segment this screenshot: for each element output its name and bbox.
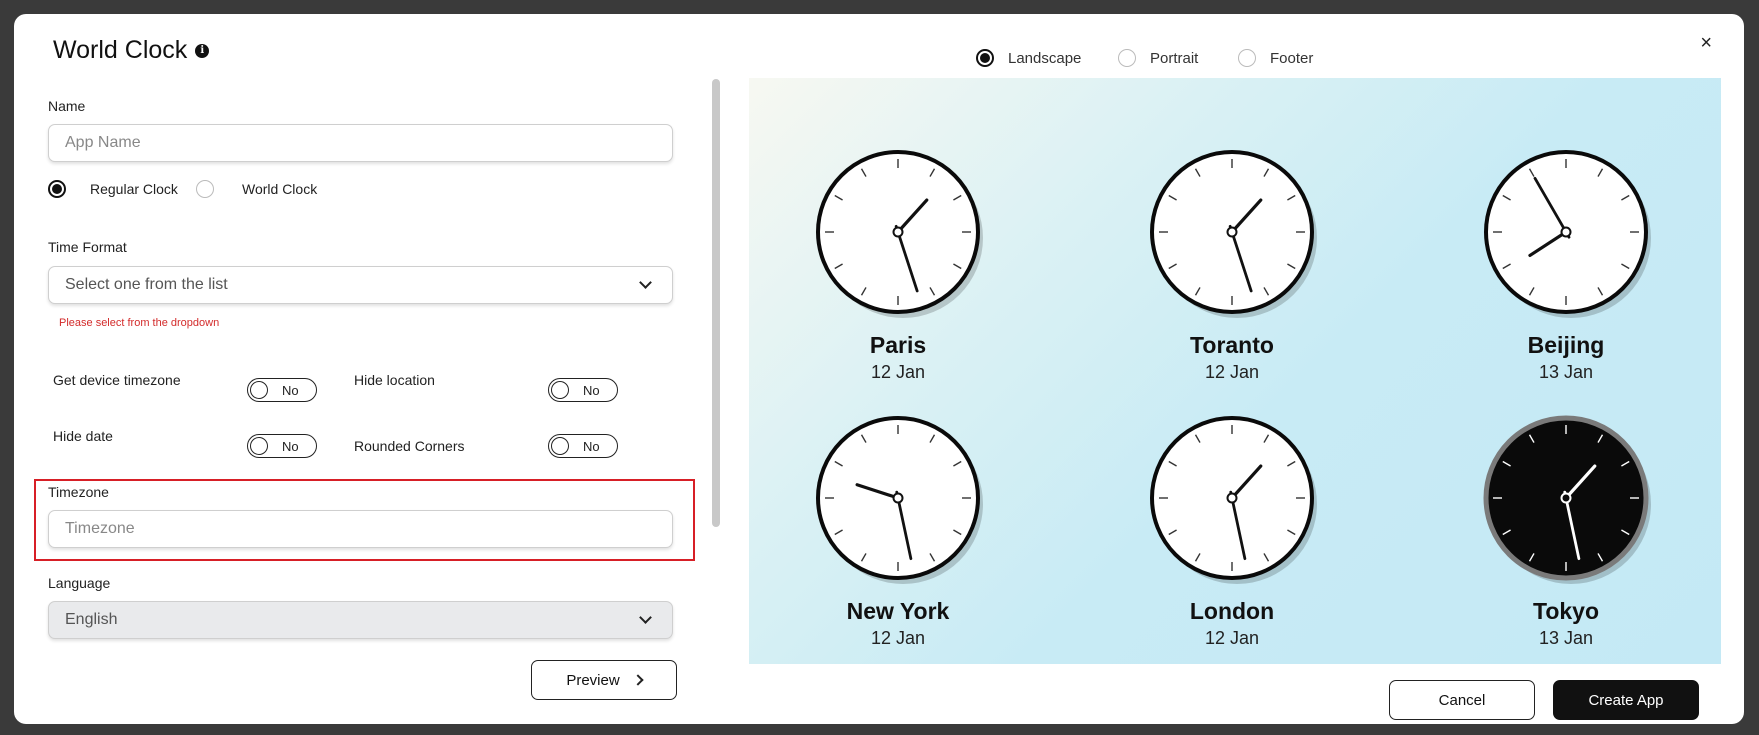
clock-type-regular[interactable]: Regular Clock: [48, 180, 178, 198]
clock-face-london: [1150, 416, 1317, 584]
name-placeholder: App Name: [65, 134, 141, 151]
device-timezone-label: Get device timezone: [53, 372, 181, 388]
world-clock-label: World Clock: [242, 181, 318, 197]
timezone-placeholder: Timezone: [65, 520, 135, 537]
hide-date-toggle[interactable]: No: [247, 434, 317, 458]
time-format-select[interactable]: Select one from the list: [48, 266, 673, 304]
preview-button-label: Preview: [566, 671, 620, 689]
clock-hub: [1226, 492, 1238, 504]
time-format-label: Time Format: [48, 239, 127, 255]
device-timezone-toggle[interactable]: No: [247, 378, 317, 402]
timezone-input[interactable]: Timezone: [48, 510, 673, 548]
clock-hub: [1560, 226, 1572, 238]
clock-face-tokyo: [1483, 415, 1651, 584]
clock-city-label: New York: [846, 598, 950, 624]
cancel-button-label: Cancel: [1438, 691, 1486, 709]
form-scrollbar[interactable]: [712, 79, 720, 527]
hide-date-value: No: [282, 438, 299, 454]
clock-date-label: 13 Jan: [1538, 362, 1594, 382]
toggle-knob: [551, 381, 569, 399]
clock-city-label: London: [1189, 598, 1275, 624]
name-input[interactable]: App Name: [48, 124, 673, 162]
radio-regular-clock[interactable]: [48, 180, 66, 198]
device-timezone-value: No: [282, 382, 299, 398]
rounded-corners-label: Rounded Corners: [354, 438, 465, 454]
orientation-footer-label: Footer: [1270, 49, 1314, 67]
language-label: Language: [48, 575, 111, 591]
clock-hub: [892, 492, 904, 504]
chevron-down-icon: [639, 276, 652, 289]
clock-hub: [1560, 492, 1572, 504]
rounded-corners-value: No: [583, 438, 600, 454]
clock-face-toranto: [1150, 150, 1317, 318]
hide-location-toggle[interactable]: No: [548, 378, 618, 402]
clock-face-paris: [816, 150, 983, 318]
chevron-down-icon: [639, 611, 652, 624]
dialog-title-text: World Clock: [53, 36, 188, 64]
time-format-error: Please select from the dropdown: [59, 317, 220, 329]
clock-city-label: Tokyo: [1532, 598, 1600, 624]
clock-date-label: 12 Jan: [870, 362, 926, 382]
regular-clock-label: Regular Clock: [90, 181, 178, 197]
clock-city-label: Toranto: [1190, 332, 1274, 358]
clock-city-label: Beijing: [1527, 332, 1605, 358]
close-icon[interactable]: ×: [1700, 32, 1712, 55]
create-app-button-label: Create App: [1588, 691, 1664, 709]
toggle-knob: [250, 437, 268, 455]
rounded-corners-toggle[interactable]: No: [548, 434, 618, 458]
create-app-button[interactable]: Create App: [1553, 680, 1699, 720]
clock-date-label: 12 Jan: [1204, 628, 1260, 648]
clock-hub: [892, 226, 904, 238]
radio-world-clock[interactable]: [196, 180, 214, 198]
clock-preview-panel: Paris 12 Jan Toranto 12 Jan Beijing 13 Jan New…: [749, 78, 1721, 664]
clock-face-beijing: [1484, 150, 1651, 318]
toggle-knob: [250, 381, 268, 399]
language-value: English: [65, 611, 118, 628]
name-label: Name: [48, 98, 86, 114]
chevron-right-icon: [632, 674, 644, 686]
timezone-label: Timezone: [48, 484, 109, 500]
clock-date-label: 12 Jan: [1204, 362, 1260, 382]
radio-footer[interactable]: [1238, 49, 1256, 67]
orientation-portrait-label: Portrait: [1150, 49, 1199, 67]
orientation-landscape-label: Landscape: [1008, 49, 1082, 67]
hide-location-label: Hide location: [354, 372, 435, 388]
preview-button[interactable]: Preview: [531, 660, 677, 700]
orientation-portrait[interactable]: Portrait: [1118, 49, 1198, 67]
clock-date-label: 12 Jan: [870, 628, 926, 648]
time-format-value: Select one from the list: [65, 276, 228, 293]
dialog-title: World Clock i: [53, 36, 210, 65]
radio-landscape[interactable]: [976, 49, 994, 67]
clock-face-new-york: [816, 416, 983, 584]
orientation-landscape[interactable]: Landscape: [976, 49, 1081, 67]
toggle-knob: [551, 437, 569, 455]
cancel-button[interactable]: Cancel: [1389, 680, 1535, 720]
hide-location-value: No: [583, 382, 600, 398]
radio-portrait[interactable]: [1118, 49, 1136, 67]
clock-hub: [1226, 226, 1238, 238]
info-icon[interactable]: i: [195, 43, 210, 58]
clock-city-label: Paris: [869, 332, 927, 358]
clock-type-world[interactable]: World Clock: [196, 180, 317, 198]
clock-date-label: 13 Jan: [1538, 628, 1594, 648]
orientation-footer[interactable]: Footer: [1238, 49, 1313, 67]
language-select[interactable]: English: [48, 601, 673, 639]
hide-date-label: Hide date: [53, 428, 113, 444]
world-clock-dialog: World Clock i Landscape Portrait Footer …: [14, 14, 1744, 724]
